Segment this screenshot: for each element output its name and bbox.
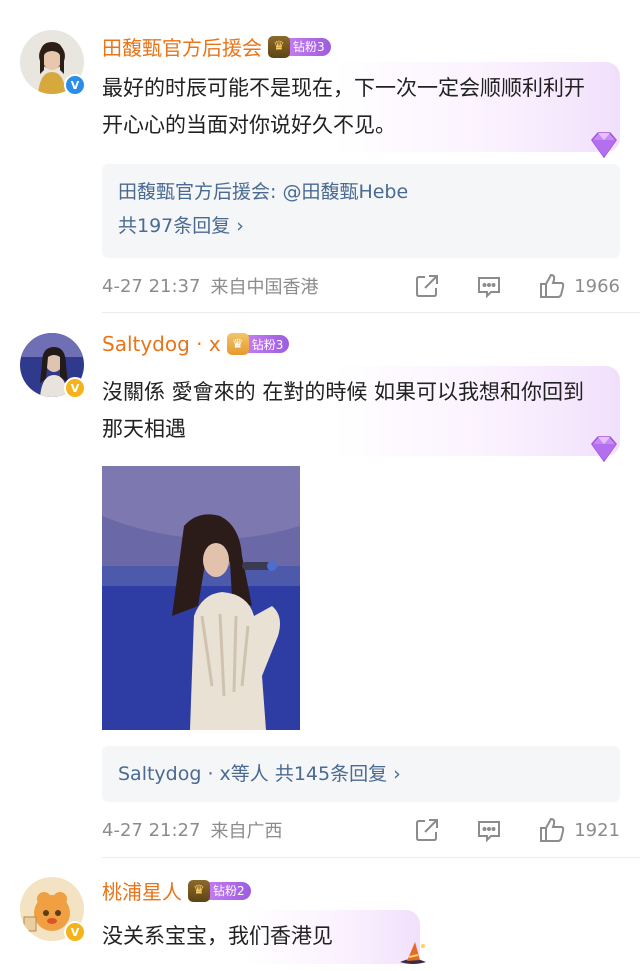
share-icon[interactable] [414, 817, 440, 843]
comment-header: 桃浦星人 ♛ 钻粉2 [102, 876, 251, 905]
reply-total-link[interactable]: 共197条回复 › [118, 212, 604, 240]
thumbs-up-icon [540, 817, 565, 842]
username[interactable]: 田馥甄官方后援会 [102, 32, 262, 61]
thumbs-up-icon [540, 273, 565, 298]
reply-preview-box[interactable]: Saltydog · x等人 共145条回复 › [102, 746, 620, 802]
comment-text: 最好的时辰可能不是现在，下一次一定会顺顺利利开开心心的当面对你说好久不见。 [102, 76, 585, 137]
verified-v-icon: V [64, 74, 86, 96]
reply-preview[interactable]: 田馥甄官方后援会: @田馥甄Hebe [118, 178, 604, 206]
fan-level-label: 钻粉3 [285, 37, 331, 56]
fan-level-label: 钻粉3 [243, 335, 290, 353]
concert-photo [102, 466, 300, 730]
crown-icon: ♛ [188, 879, 210, 902]
fan-badge[interactable]: ♛ 钻粉2 [188, 879, 251, 903]
username[interactable]: Saltydog · x [102, 332, 221, 356]
share-icon[interactable] [414, 273, 440, 299]
comment-meta: 4-27 21:37 来自中国香港 1966 [102, 271, 620, 301]
fan-level-label: 钻粉2 [205, 881, 251, 900]
like-button[interactable]: 1966 [538, 272, 620, 300]
location: 来自广西 [210, 821, 283, 842]
comment-bubble[interactable]: 沒關係 愛會來的 在對的時候 如果可以我想和你回到那天相遇 [102, 366, 620, 463]
comment-photo[interactable] [102, 466, 300, 730]
divider [102, 857, 640, 858]
crown-icon: ♛ [226, 333, 249, 355]
timestamp: 4-27 21:27 [102, 819, 201, 841]
crown-icon: ♛ [268, 35, 290, 58]
reply-preview-box[interactable]: 田馥甄官方后援会: @田馥甄Hebe 共197条回复 › [102, 164, 620, 258]
diamond-icon [591, 132, 617, 159]
like-button[interactable]: 1921 [538, 816, 620, 844]
comment-meta: 4-27 21:27 来自广西 1921 [102, 815, 620, 845]
location: 来自中国香港 [210, 277, 319, 298]
divider [102, 312, 640, 313]
fan-badge[interactable]: ♛ 钻粉3 [268, 35, 331, 59]
comment-header: Saltydog · x ♛ 钻粉3 [102, 332, 290, 356]
like-count: 1921 [574, 819, 620, 841]
timestamp: 4-27 21:37 [102, 275, 201, 297]
diamond-icon [591, 436, 617, 463]
comment-bubble[interactable]: 最好的时辰可能不是现在，下一次一定会顺顺利利开开心心的当面对你说好久不见。 [102, 62, 620, 159]
comment-text: 没关系宝宝，我们香港见 [102, 924, 333, 948]
witch-hat-icon [400, 942, 426, 964]
comment-actions: 1966 [414, 271, 620, 301]
comment-bubble[interactable]: 没关系宝宝，我们香港见 [102, 910, 426, 964]
comment-header: 田馥甄官方后援会 ♛ 钻粉3 [102, 32, 331, 61]
username[interactable]: 桃浦星人 [102, 876, 182, 905]
verified-v-icon: V [64, 377, 86, 399]
comment-text: 沒關係 愛會來的 在對的時候 如果可以我想和你回到那天相遇 [102, 380, 585, 441]
comment-actions: 1921 [414, 815, 620, 845]
avatar[interactable]: V [20, 877, 86, 943]
fan-badge[interactable]: ♛ 钻粉3 [226, 332, 290, 356]
reply-total-link[interactable]: Saltydog · x等人 共145条回复 › [118, 760, 604, 788]
verified-v-icon: V [64, 921, 86, 943]
like-count: 1966 [574, 275, 620, 297]
avatar[interactable]: V [20, 333, 86, 399]
avatar[interactable]: V [20, 30, 86, 96]
comment-icon[interactable] [476, 817, 502, 843]
comment-icon[interactable] [476, 273, 502, 299]
